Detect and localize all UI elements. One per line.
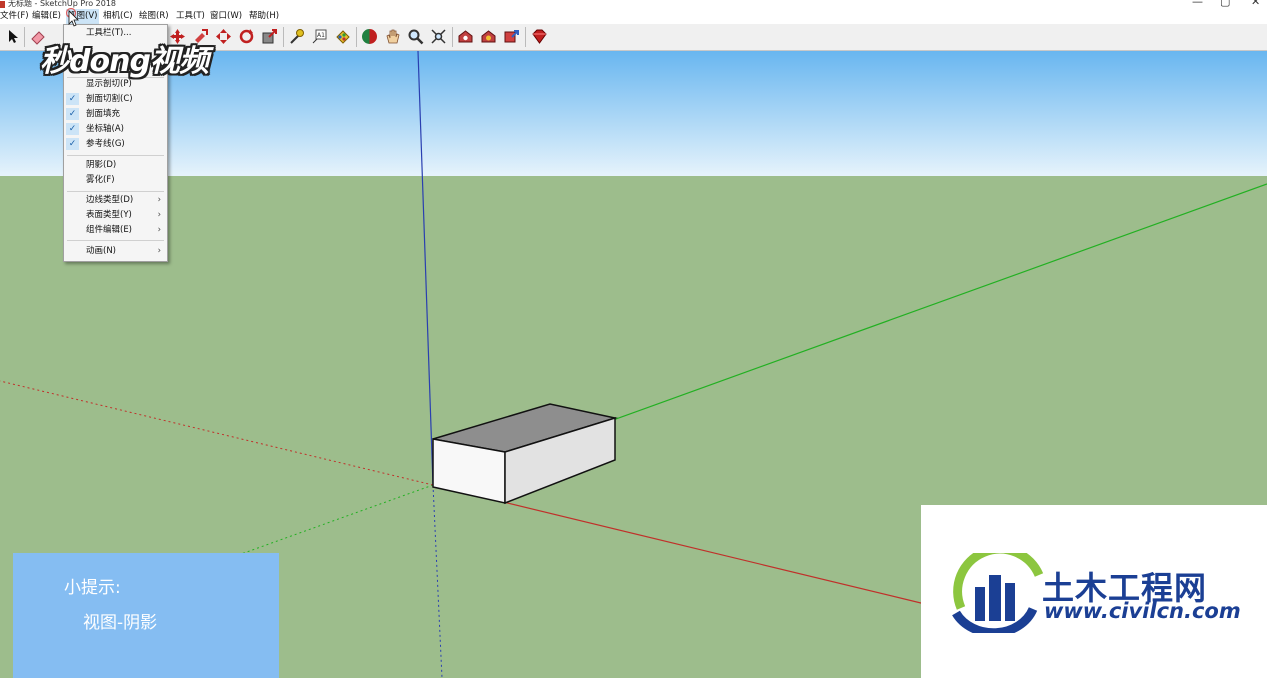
zoom-tool-icon[interactable] [407,28,424,45]
menu-separator [67,240,164,241]
title-bar: 无标题 - SketchUp Pro 2018 — ▢ ✕ [0,0,1267,9]
check-icon: ✓ [66,108,79,120]
menu-item-label: 雾化(F) [86,175,115,185]
menu-item-label: 表面类型(Y) [86,210,132,220]
menu-item-edge-style[interactable]: 边线类型(D) › [64,193,167,207]
move-arrows-tool-icon[interactable] [215,28,232,45]
civilcn-logo-panel: 土木工程网 www.civilcn.com [921,505,1267,678]
menu-item-section-cuts[interactable]: ✓ 剖面切割(C) [64,92,167,106]
share-component-tool-icon[interactable] [503,28,520,45]
maximize-button[interactable]: ▢ [1220,0,1230,7]
menu-item-label: 动画(N) [86,246,116,256]
tip-title: 小提示: [64,578,121,598]
menu-file[interactable]: 文件(F) [0,9,29,24]
menu-camera[interactable]: 相机(C) [103,9,133,24]
submenu-arrow-icon: › [157,225,161,235]
menu-item-label: 组件编辑(E) [86,225,133,235]
orbit-tool-icon[interactable] [361,28,378,45]
check-icon: ✓ [66,123,79,135]
select-tool-icon[interactable] [4,28,21,45]
sketchup-app-icon [0,1,5,8]
menu-window[interactable]: 窗口(W) [210,9,242,24]
menu-item-label: 剖面切割(C) [86,94,133,104]
tip-body: 视图-阴影 [83,613,158,633]
menu-item-face-style[interactable]: 表面类型(Y) › [64,208,167,222]
rotate-tool-icon[interactable] [238,28,255,45]
menu-item-label: 参考线(G) [86,139,125,149]
tape-measure-tool-icon[interactable] [288,28,305,45]
civilcn-logo-icon [952,553,1044,633]
window-title: 无标题 - SketchUp Pro 2018 [8,0,116,8]
paint-bucket-tool-icon[interactable] [334,28,351,45]
menu-item-label: 坐标轴(A) [86,124,124,134]
svg-text:A1: A1 [317,32,325,39]
extension-warehouse-tool-icon[interactable] [531,28,548,45]
menu-item-fog[interactable]: 雾化(F) [64,173,167,187]
toolbar-separator [525,27,526,47]
menu-item-animation[interactable]: 动画(N) › [64,244,167,258]
tip-box: 小提示: 视图-阴影 [13,553,279,678]
close-button[interactable]: ✕ [1251,0,1260,7]
menu-bar: 文件(F) 编辑(E) 视图(V) 相机(C) 绘图(R) 工具(T) 窗口(W… [0,9,1267,24]
submenu-arrow-icon: › [157,246,161,256]
submenu-arrow-icon: › [157,210,161,220]
mouse-cursor-icon [66,8,79,27]
toolbar-separator [283,27,284,47]
menu-item-axes[interactable]: ✓ 坐标轴(A) [64,122,167,136]
menu-item-label: 边线类型(D) [86,195,134,205]
check-icon: ✓ [66,138,79,150]
menu-item-label: 剖面填充 [86,109,121,119]
menu-item-section-fill[interactable]: ✓ 剖面填充 [64,107,167,121]
scale-tool-icon[interactable] [261,28,278,45]
toolbar-separator [356,27,357,47]
menu-help[interactable]: 帮助(H) [249,9,279,24]
logo-url-text: www.civilcn.com [1044,599,1241,623]
menu-item-shadows[interactable]: 阴影(D) [64,158,167,172]
menu-separator [67,155,164,156]
zoom-extents-tool-icon[interactable] [430,28,447,45]
pan-tool-icon[interactable] [384,28,401,45]
menu-edit[interactable]: 编辑(E) [32,9,61,24]
submenu-arrow-icon: › [157,195,161,205]
menu-item-component-edit[interactable]: 组件编辑(E) › [64,223,167,237]
toolbar-separator [24,27,25,47]
text-tool-icon[interactable]: A1 [311,28,328,45]
warehouse-tool-icon[interactable] [457,28,474,45]
check-icon: ✓ [66,93,79,105]
minimize-button[interactable]: — [1192,0,1203,7]
toolbar-separator [452,27,453,47]
menu-separator [67,191,164,192]
share-model-tool-icon[interactable] [480,28,497,45]
menu-item-guides[interactable]: ✓ 参考线(G) [64,137,167,151]
video-watermark: 秒dong视频 [40,44,209,79]
menu-item-label: 阴影(D) [86,160,117,170]
menu-draw[interactable]: 绘图(R) [139,9,169,24]
menu-tools[interactable]: 工具(T) [176,9,205,24]
